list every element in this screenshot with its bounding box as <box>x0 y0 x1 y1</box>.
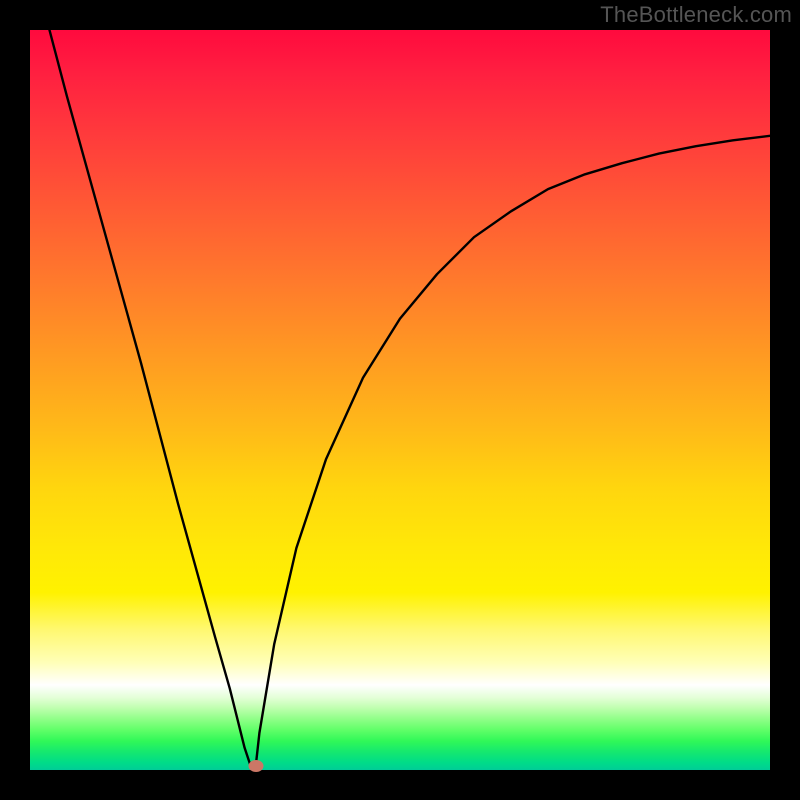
optimal-point-marker <box>248 760 263 772</box>
chart-plot-area <box>30 30 770 770</box>
watermark-text: TheBottleneck.com <box>600 2 792 28</box>
bottleneck-curve <box>30 30 770 770</box>
